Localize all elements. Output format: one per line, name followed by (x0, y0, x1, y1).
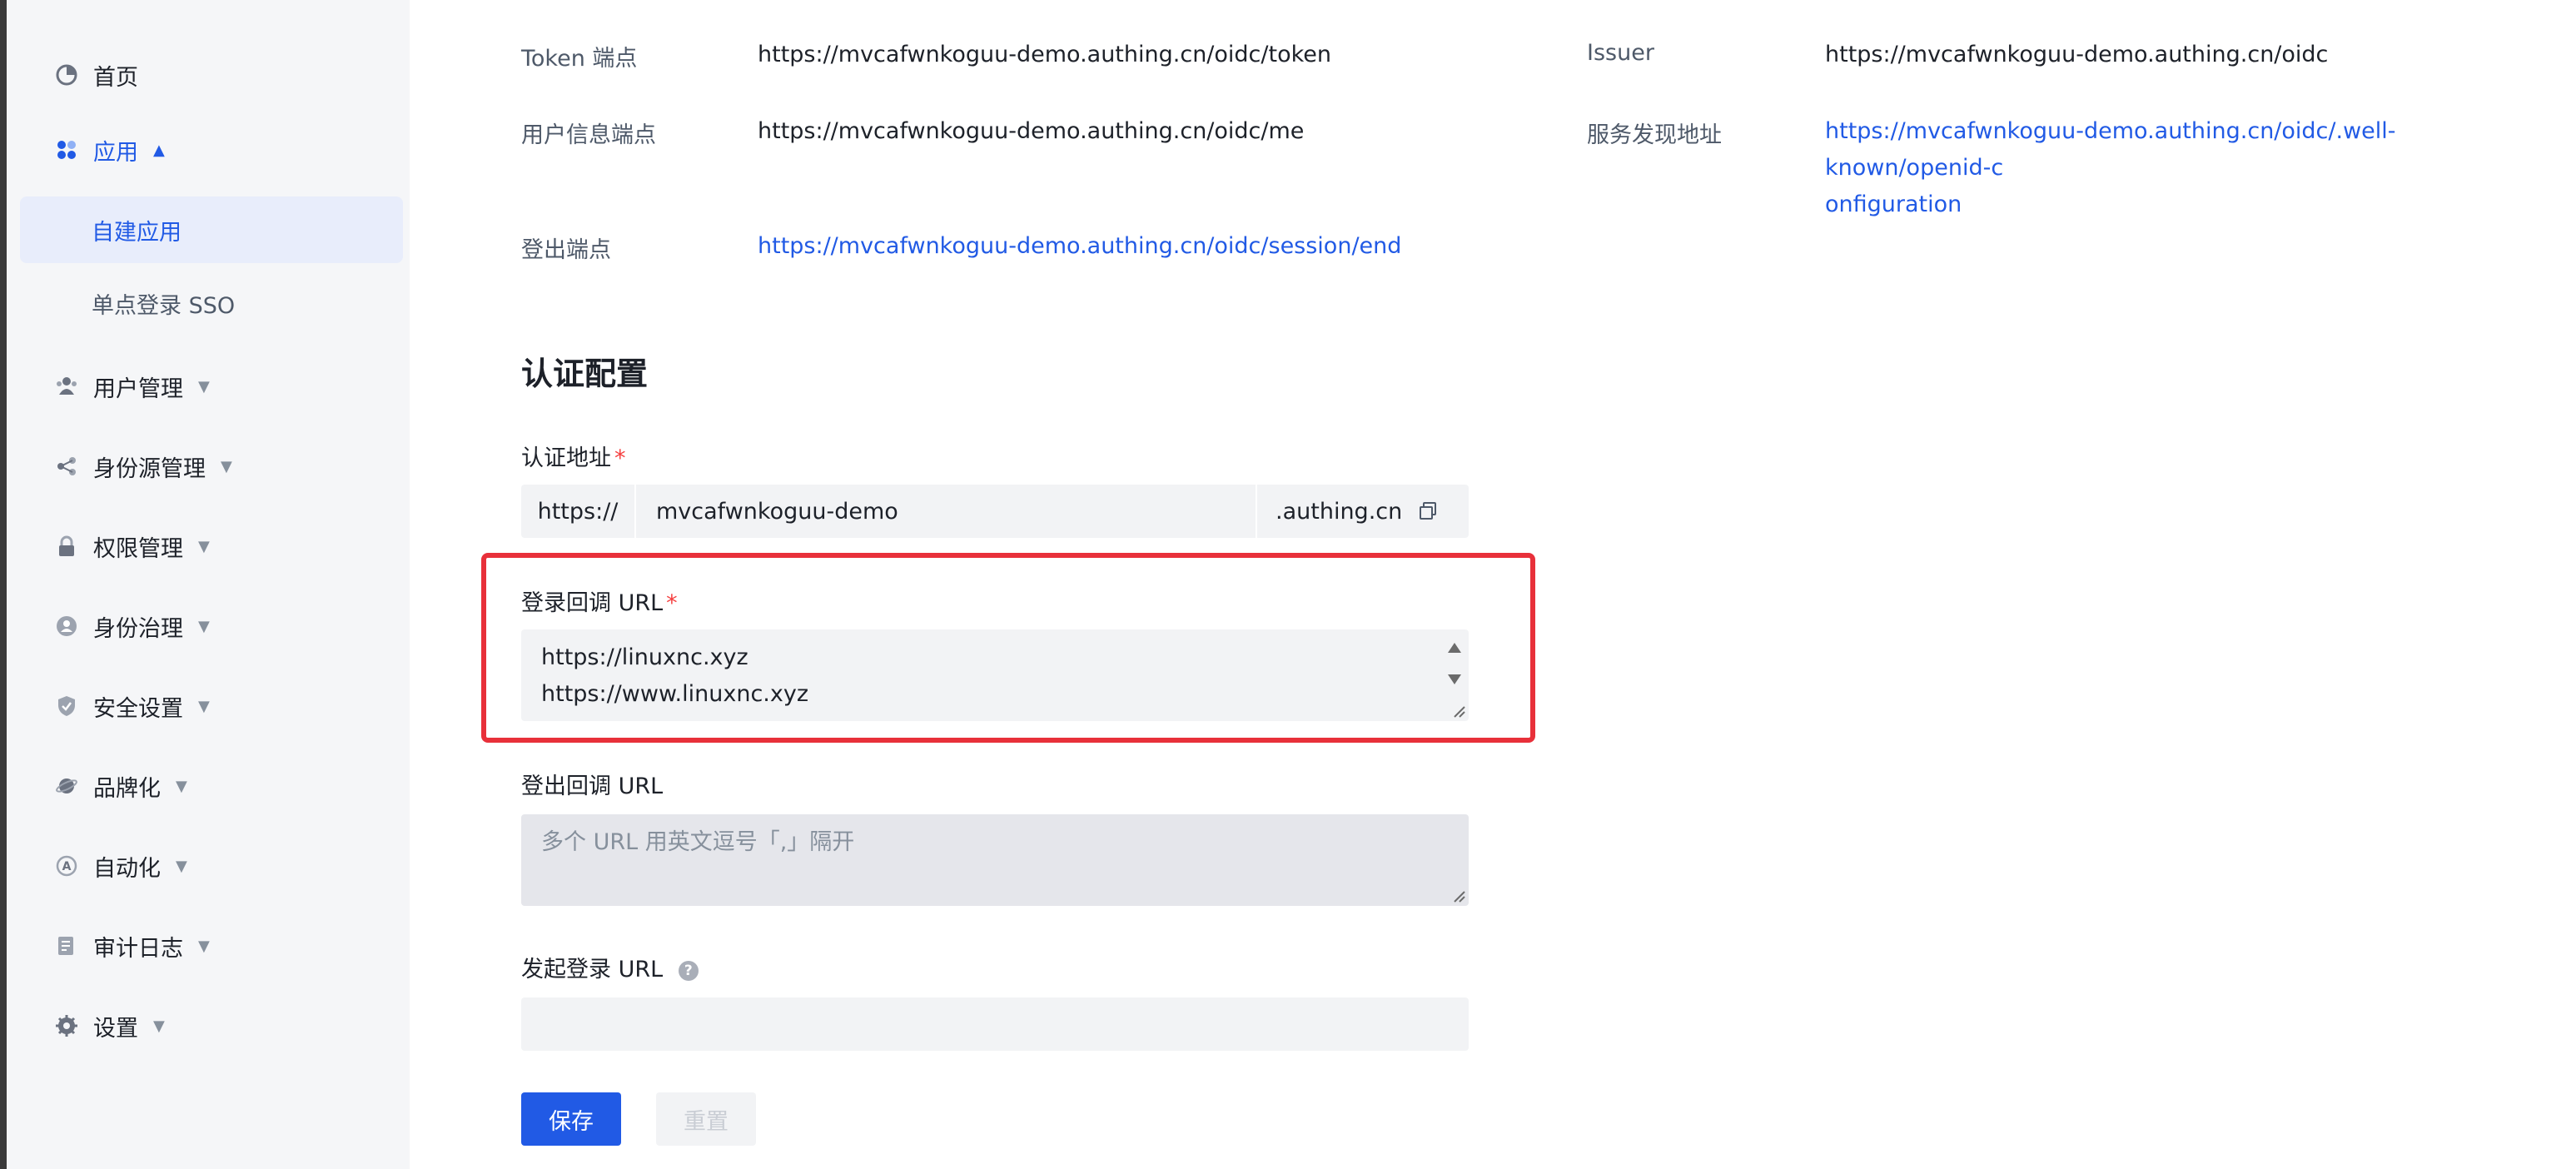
resize-handle-icon[interactable] (1452, 704, 1465, 718)
auth-address-suffix: .authing.cn (1257, 485, 1469, 538)
identity-icon (55, 614, 78, 638)
chevron-down-icon: ▼ (153, 1017, 165, 1035)
sidebar-item-governance[interactable]: 身份治理 ▼ (20, 593, 403, 659)
chevron-down-icon: ▼ (198, 537, 210, 555)
section-title: 认证配置 (521, 356, 649, 392)
chevron-down-icon: ▼ (198, 617, 210, 635)
pie-chart-icon (55, 63, 78, 87)
chevron-down-icon: ▼ (221, 457, 232, 475)
svg-text:A: A (62, 860, 72, 873)
callback-url-line: https://www.linuxnc.xyz (541, 681, 809, 707)
logout-callback-label: 登出回调 URL (521, 774, 664, 799)
sidebar-item-security[interactable]: 安全设置 ▼ (20, 673, 403, 739)
sidebar-item-users[interactable]: 用户管理 ▼ (20, 353, 403, 420)
resize-handle-icon[interactable] (1452, 889, 1465, 903)
chevron-up-icon: ▲ (153, 141, 165, 159)
copy-icon[interactable] (1417, 500, 1439, 522)
log-icon (55, 934, 78, 958)
required-mark: * (666, 590, 678, 616)
callback-url-line: https://linuxnc.xyz (541, 644, 748, 670)
logout-callback-textarea[interactable]: 多个 URL 用英文逗号「,」隔开 (521, 814, 1469, 906)
callback-url-label: 登录回调 URL * (521, 584, 678, 617)
discovery-label: 服务发现地址 (1587, 122, 1722, 148)
issuer-label: Issuer (1587, 40, 1654, 66)
help-icon[interactable]: ? (678, 960, 699, 981)
auth-address-suffix-text: .authing.cn (1276, 498, 1403, 525)
auth-address-prefix: https:// (521, 485, 636, 538)
sidebar-item-automation[interactable]: A 自动化 ▼ (20, 833, 403, 899)
sidebar-item-label: 身份治理 (93, 615, 183, 642)
sidebar-item-label: 品牌化 (93, 775, 161, 802)
scroll-up-arrow-icon[interactable] (1448, 643, 1461, 653)
initiate-login-label-text: 发起登录 URL (521, 957, 664, 982)
planet-icon (55, 774, 78, 798)
sidebar-item-label: 设置 (93, 1015, 138, 1042)
sidebar-item-settings[interactable]: 设置 ▼ (20, 992, 403, 1059)
sidebar: 首页 应用 ▲ 自建应用 单点登录 SSO 用户管理 ▼ 身份源管理 ▼ 权限管… (7, 0, 410, 1169)
chevron-down-icon: ▼ (198, 937, 210, 955)
token-endpoint-value: https://mvcafwnkoguu-demo.authing.cn/oid… (758, 42, 1332, 67)
auth-address-input-group: https:// mvcafwnkoguu-demo .authing.cn (521, 485, 1469, 538)
required-mark: * (614, 445, 626, 471)
discovery-link-line1: https://mvcafwnkoguu-demo.authing.cn/oid… (1825, 118, 2396, 181)
sidebar-item-permissions[interactable]: 权限管理 ▼ (20, 513, 403, 580)
auth-address-label-text: 认证地址 (521, 445, 611, 471)
reset-button[interactable]: 重置 (656, 1092, 756, 1146)
sidebar-item-label: 身份源管理 (93, 455, 206, 482)
sidebar-item-label: 应用 (93, 139, 138, 166)
chevron-down-icon: ▼ (198, 697, 210, 715)
logout-endpoint-link[interactable]: https://mvcafwnkoguu-demo.authing.cn/oid… (758, 228, 1401, 265)
sidebar-item-branding[interactable]: 品牌化 ▼ (20, 753, 403, 819)
callback-url-label-text: 登录回调 URL (521, 590, 664, 616)
chevron-down-icon: ▼ (176, 857, 187, 875)
automation-icon: A (55, 854, 78, 878)
window-edge (0, 0, 7, 1169)
sidebar-item-label: 安全设置 (93, 695, 183, 722)
discovery-link[interactable]: https://mvcafwnkoguu-demo.authing.cn/oid… (1825, 113, 2558, 223)
sidebar-item-audit-logs[interactable]: 审计日志 ▼ (20, 913, 403, 979)
main-content: Token 端点 https://mvcafwnkoguu-demo.authi… (410, 0, 2576, 1169)
scroll-down-arrow-icon[interactable] (1448, 674, 1461, 684)
userinfo-endpoint-label: 用户信息端点 (521, 122, 656, 148)
chevron-down-icon: ▼ (176, 777, 187, 795)
initiate-login-input[interactable] (521, 997, 1469, 1051)
gear-icon (55, 1014, 78, 1037)
sidebar-item-home[interactable]: 首页 (20, 42, 403, 108)
token-endpoint-label: Token 端点 (521, 46, 638, 72)
lock-icon (55, 535, 78, 558)
initiate-login-label: 发起登录 URL ? (521, 951, 699, 983)
shield-icon (55, 694, 78, 718)
callback-url-textarea[interactable]: https://linuxnc.xyz https://www.linuxnc.… (521, 629, 1469, 721)
sidebar-item-sso[interactable]: 单点登录 SSO (20, 270, 403, 336)
save-button[interactable]: 保存 (521, 1092, 621, 1146)
issuer-value: https://mvcafwnkoguu-demo.authing.cn/oid… (1825, 42, 2329, 67)
auth-address-label: 认证地址 * (521, 440, 626, 472)
logout-callback-placeholder: 多个 URL 用英文逗号「,」隔开 (541, 829, 855, 855)
users-icon (55, 375, 78, 398)
auth-address-input[interactable]: mvcafwnkoguu-demo (636, 485, 1257, 538)
logout-endpoint-label: 登出端点 (521, 237, 611, 263)
sidebar-item-label: 权限管理 (93, 535, 183, 562)
sidebar-item-label: 首页 (93, 64, 138, 91)
sidebar-item-identity-sources[interactable]: 身份源管理 ▼ (20, 433, 403, 500)
sidebar-item-label: 单点登录 SSO (92, 292, 236, 319)
apps-icon (55, 138, 78, 162)
sidebar-item-custom-apps[interactable]: 自建应用 (20, 196, 403, 263)
share-icon (55, 455, 78, 478)
sidebar-item-apps[interactable]: 应用 ▲ (20, 117, 403, 183)
sidebar-item-label: 自动化 (93, 855, 161, 882)
sidebar-item-label: 审计日志 (93, 935, 183, 962)
chevron-down-icon: ▼ (198, 377, 210, 395)
sidebar-item-label: 用户管理 (93, 376, 183, 402)
discovery-link-line2: onfiguration (1825, 192, 1962, 217)
sidebar-item-label: 自建应用 (92, 219, 182, 246)
userinfo-endpoint-value: https://mvcafwnkoguu-demo.authing.cn/oid… (758, 118, 1305, 144)
